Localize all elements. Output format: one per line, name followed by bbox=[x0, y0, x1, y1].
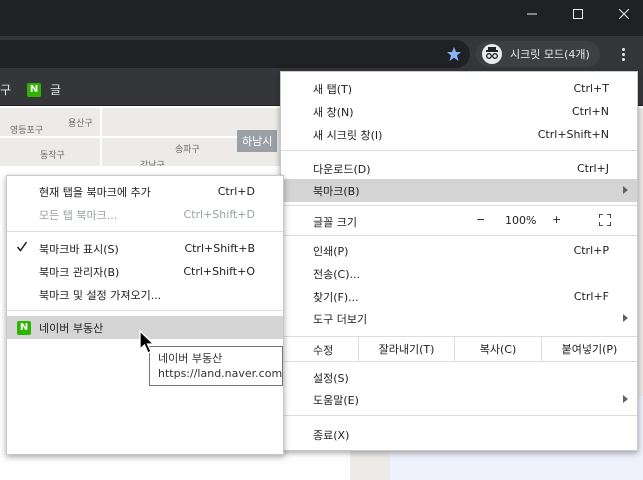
cut-button[interactable]: 잘라내기(T) bbox=[358, 337, 454, 361]
map-label-hanam: 하남시 bbox=[237, 130, 278, 152]
bookmarks-submenu: 현재 탭을 북마크에 추가 Ctrl+D 모든 탭 북마크... Ctrl+Sh… bbox=[6, 175, 284, 455]
menu-separator bbox=[281, 235, 637, 236]
zoom-in-button[interactable]: + bbox=[552, 213, 561, 226]
menu-kebab-icon[interactable] bbox=[611, 44, 635, 64]
submenu-bookmark-all-tabs[interactable]: 모든 탭 북마크... Ctrl+Shift+D bbox=[7, 203, 283, 226]
map-road bbox=[0, 136, 240, 138]
map-label: 용산구 bbox=[68, 119, 93, 129]
bookmark-star-icon[interactable] bbox=[446, 46, 462, 62]
map-label: 영등포구 bbox=[10, 126, 44, 136]
menu-separator bbox=[281, 361, 637, 362]
mouse-cursor-icon bbox=[139, 329, 156, 354]
menu-exit[interactable]: 종료(X) bbox=[281, 423, 637, 446]
close-icon bbox=[619, 9, 629, 19]
map-label: 송파구 bbox=[175, 145, 200, 155]
zoom-out-button[interactable]: − bbox=[476, 213, 485, 226]
menu-zoom-row: 글꼴 크기 − 100% + bbox=[281, 209, 637, 232]
submenu-arrow-icon bbox=[623, 314, 628, 322]
bookmark-naver-label: 글 bbox=[50, 83, 62, 97]
checkmark-icon bbox=[17, 241, 27, 252]
menu-separator bbox=[281, 205, 637, 206]
bookmark-tooltip: 네이버 부동산 https://land.naver.com bbox=[149, 346, 283, 386]
paste-button[interactable]: 붙여넣기(P) bbox=[541, 337, 637, 361]
naver-icon: N bbox=[27, 82, 41, 97]
bookmark-naver[interactable]: N 글 bbox=[27, 81, 61, 98]
tooltip-url: https://land.naver.com bbox=[158, 367, 283, 380]
close-button[interactable] bbox=[601, 0, 643, 28]
menu-new-window[interactable]: 새 창(N) Ctrl+N bbox=[281, 100, 637, 123]
menu-separator bbox=[7, 231, 283, 232]
submenu-arrow-icon bbox=[623, 186, 628, 194]
zoom-level: 100% bbox=[505, 214, 537, 227]
incognito-label: 시크릿 모드(4개) bbox=[510, 48, 590, 61]
incognito-indicator[interactable]: 시크릿 모드(4개) bbox=[476, 41, 600, 67]
toolbar: 시크릿 모드(4개) bbox=[0, 36, 643, 72]
minimize-button[interactable] bbox=[509, 0, 555, 28]
copy-button[interactable]: 복사(C) bbox=[454, 337, 541, 361]
menu-more-tools[interactable]: 도구 더보기 bbox=[281, 307, 637, 330]
menu-bookmarks[interactable]: 북마크(B) bbox=[281, 179, 637, 202]
address-bar[interactable] bbox=[0, 40, 470, 68]
bookmark-fragment[interactable]: 구 bbox=[0, 81, 11, 98]
submenu-import-bookmarks[interactable]: 북마크 및 설정 가져오기... bbox=[7, 283, 283, 306]
submenu-bookmark-manager[interactable]: 북마크 관리자(B) Ctrl+Shift+O bbox=[7, 260, 283, 283]
submenu-arrow-icon bbox=[623, 395, 628, 403]
menu-print[interactable]: 인쇄(P) Ctrl+P bbox=[281, 239, 637, 262]
tooltip-title: 네이버 부동산 bbox=[158, 352, 223, 365]
map-label: 동작구 bbox=[40, 151, 65, 161]
submenu-bookmark-this-tab[interactable]: 현재 탭을 북마크에 추가 Ctrl+D bbox=[7, 180, 283, 203]
menu-new-tab[interactable]: 새 탭(T) Ctrl+T bbox=[281, 77, 637, 100]
menu-cast[interactable]: 전송(C)... bbox=[281, 262, 637, 285]
fullscreen-icon[interactable] bbox=[599, 214, 611, 226]
menu-separator bbox=[281, 150, 637, 151]
menu-separator bbox=[7, 310, 283, 311]
menu-find[interactable]: 찾기(F)... Ctrl+F bbox=[281, 285, 637, 308]
menu-new-incognito[interactable]: 새 시크릿 창(I) Ctrl+Shift+N bbox=[281, 123, 637, 146]
minimize-icon bbox=[527, 13, 537, 15]
chrome-main-menu: 새 탭(T) Ctrl+T 새 창(N) Ctrl+N 새 시크릿 창(I) C… bbox=[280, 71, 638, 451]
menu-downloads[interactable]: 다운로드(D) Ctrl+J bbox=[281, 157, 637, 180]
title-bar bbox=[0, 0, 643, 36]
naver-icon: N bbox=[17, 320, 31, 335]
menu-settings[interactable]: 설정(S) bbox=[281, 366, 637, 389]
menu-separator bbox=[281, 415, 637, 416]
maximize-icon bbox=[573, 9, 583, 19]
maximize-button[interactable] bbox=[555, 0, 601, 28]
submenu-show-bookmark-bar[interactable]: 북마크바 표시(S) Ctrl+Shift+B bbox=[7, 237, 283, 260]
menu-edit-row: 수정 잘라내기(T) 복사(C) 붙여넣기(P) bbox=[281, 337, 637, 361]
menu-help[interactable]: 도움말(E) bbox=[281, 388, 637, 411]
incognito-icon bbox=[482, 44, 502, 64]
